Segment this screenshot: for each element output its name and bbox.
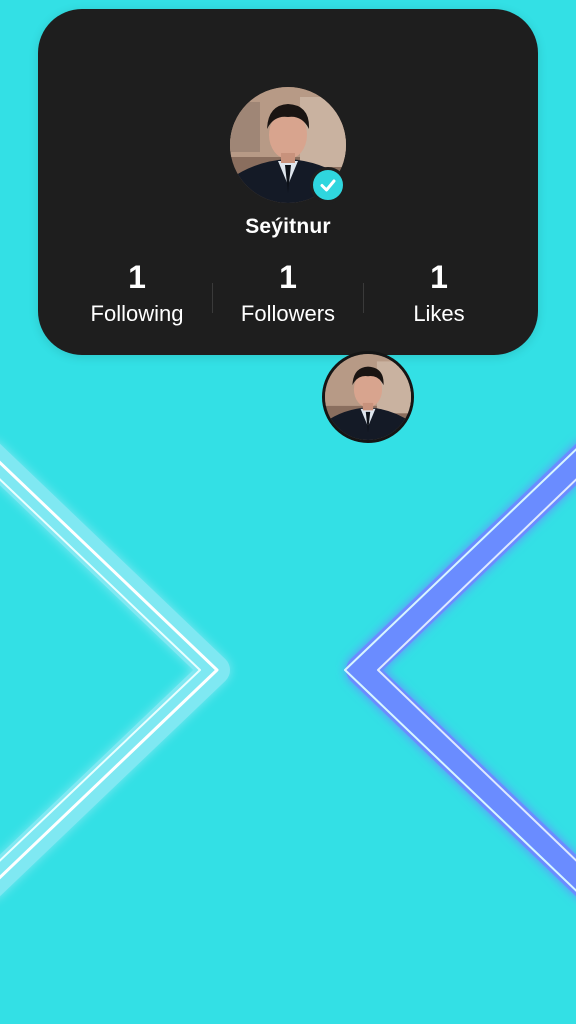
- profile-stats: 1 Following 1 Followers 1 Likes: [62, 257, 514, 337]
- profile-card: Seýitnur 1 Following 1 Followers 1 Likes: [38, 9, 538, 355]
- followers-label: Followers: [240, 301, 336, 326]
- profile-screen: Seýitnur 1 Following 1 Followers 1 Likes: [0, 0, 576, 1024]
- likes-label: Likes: [413, 301, 465, 326]
- verified-badge-icon: [310, 167, 346, 203]
- right-chevron-shape: [346, 443, 576, 897]
- left-chevron-shape: [0, 443, 230, 897]
- likes-count: 1: [430, 259, 448, 295]
- followers-count: 1: [279, 259, 297, 295]
- stat-followers[interactable]: 1 Followers: [213, 257, 363, 337]
- username: Seýitnur: [245, 215, 331, 238]
- mini-avatar[interactable]: [322, 351, 414, 443]
- profile-avatar[interactable]: [230, 87, 346, 203]
- following-label: Following: [90, 301, 184, 326]
- stat-likes[interactable]: 1 Likes: [364, 257, 514, 337]
- following-count: 1: [128, 259, 146, 295]
- stat-following[interactable]: 1 Following: [62, 257, 212, 337]
